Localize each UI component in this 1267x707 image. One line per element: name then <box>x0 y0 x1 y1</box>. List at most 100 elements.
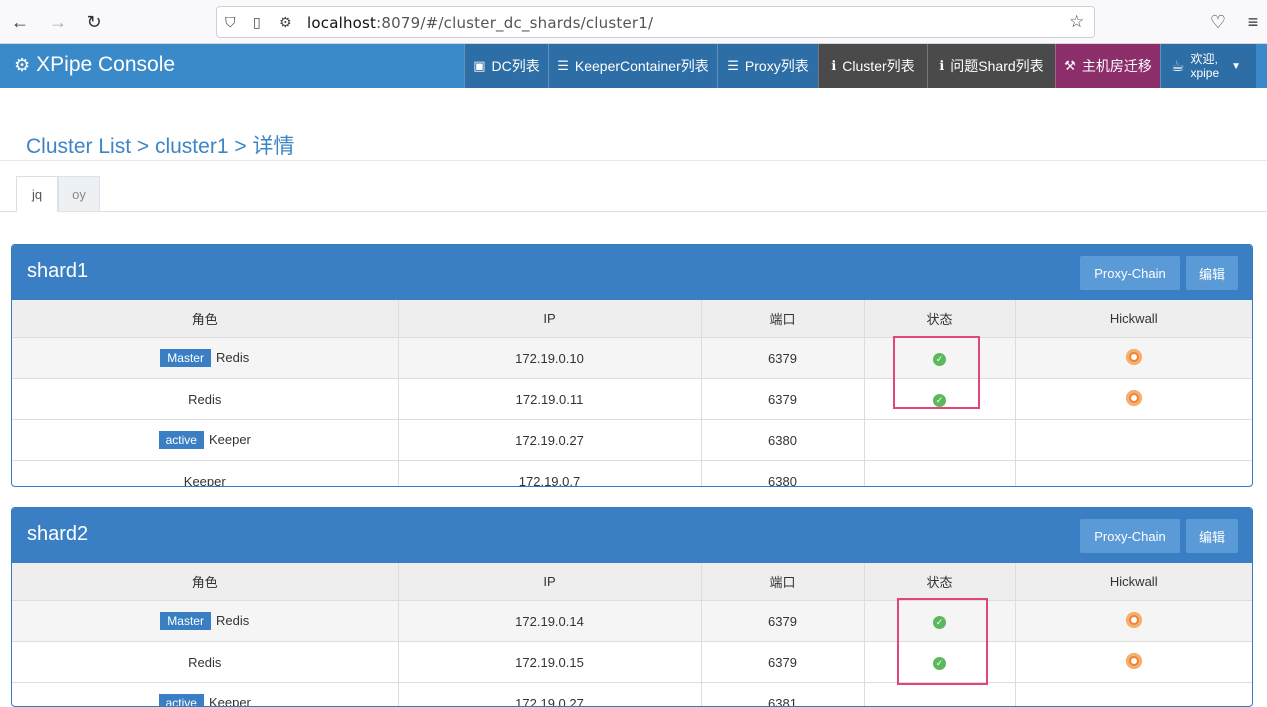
col-header-status: 状态 <box>864 563 1015 601</box>
status-cell: ✓ <box>864 338 1015 379</box>
nav-cluster-list[interactable]: ℹCluster列表 <box>818 44 927 88</box>
edit-button[interactable]: 编辑 <box>1186 519 1238 553</box>
role-cell: Redis <box>12 379 398 420</box>
edit-button[interactable]: 编辑 <box>1186 256 1238 290</box>
proxy-chain-button[interactable]: Proxy-Chain <box>1080 519 1180 553</box>
info-icon: ℹ <box>939 58 944 74</box>
table-row: Redis 172.19.0.11 6379 ✓ <box>12 379 1252 420</box>
tabs-divider <box>0 211 1267 212</box>
page-icon[interactable]: ▯ <box>253 14 261 31</box>
role-cell: MasterRedis <box>12 338 398 379</box>
table-row: activeKeeper 172.19.0.27 6381 <box>12 683 1252 707</box>
app-navbar: ⚙XPipe Console ▣DC列表 ☰KeeperContainer列表 … <box>0 44 1267 88</box>
nav-primary-dc-migration[interactable]: ⚒ 主机房迁移 <box>1055 44 1160 88</box>
role-text: Keeper <box>209 695 251 707</box>
gavel-icon: ⚒ <box>1064 58 1076 74</box>
port-cell: 6381 <box>701 683 864 707</box>
col-header-role: 角色 <box>12 300 398 338</box>
shard-panel-shard2: shard2 Proxy-Chain 编辑 角色 IP 端口 状态 Hickwa… <box>11 507 1253 707</box>
pocket-icon[interactable]: ♡ <box>1206 10 1230 34</box>
table-header-row: 角色 IP 端口 状态 Hickwall <box>12 300 1252 338</box>
shard-table: 角色 IP 端口 状态 Hickwall MasterRedis 172.19.… <box>12 563 1252 707</box>
status-cell <box>864 461 1015 488</box>
forward-icon[interactable]: → <box>46 10 70 34</box>
check-circle-icon: ✓ <box>933 616 946 629</box>
col-header-status: 状态 <box>864 300 1015 338</box>
table-row: Redis 172.19.0.15 6379 ✓ <box>12 642 1252 683</box>
user-menu[interactable]: ☕ 欢迎, xpipe ▼ <box>1160 44 1256 88</box>
grafana-icon[interactable] <box>1126 349 1142 365</box>
star-icon[interactable]: ☆ <box>1069 12 1084 32</box>
status-cell: ✓ <box>864 601 1015 642</box>
nav-label: Proxy列表 <box>745 56 809 76</box>
ip-cell: 172.19.0.14 <box>398 601 701 642</box>
table-row: activeKeeper 172.19.0.27 6380 <box>12 420 1252 461</box>
url-bar[interactable]: ⛉ ▯ ⚙ localhost:8079/#/cluster_dc_shards… <box>216 6 1095 38</box>
hickwall-cell <box>1015 461 1252 488</box>
tab-oy[interactable]: oy <box>58 176 100 212</box>
ip-cell: 172.19.0.10 <box>398 338 701 379</box>
grafana-icon[interactable] <box>1126 612 1142 628</box>
port-cell: 6380 <box>701 420 864 461</box>
grafana-icon[interactable] <box>1126 390 1142 406</box>
hickwall-cell <box>1015 338 1252 379</box>
table-row: MasterRedis 172.19.0.10 6379 ✓ <box>12 338 1252 379</box>
brand[interactable]: ⚙ XPipe Console <box>14 53 175 77</box>
panel-header: shard1 Proxy-Chain 编辑 <box>12 245 1252 300</box>
hickwall-cell <box>1015 601 1252 642</box>
nav-label: 主机房迁移 <box>1082 56 1152 76</box>
col-header-hickwall: Hickwall <box>1015 563 1252 601</box>
check-circle-icon: ✓ <box>933 394 946 407</box>
port-cell: 6380 <box>701 461 864 488</box>
url-text[interactable]: localhost:8079/#/cluster_dc_shards/clust… <box>307 14 653 32</box>
back-icon[interactable]: ← <box>8 10 32 34</box>
role-cell: MasterRedis <box>12 601 398 642</box>
nav-dc-list[interactable]: ▣ DC列表 <box>464 44 548 88</box>
info-icon: ℹ <box>831 58 836 74</box>
url-path: :8079/#/cluster_dc_shards/cluster1/ <box>376 14 653 32</box>
table-row: MasterRedis 172.19.0.14 6379 ✓ <box>12 601 1252 642</box>
nav-problem-shard-list[interactable]: ℹ 问题Shard列表 <box>927 44 1055 88</box>
hickwall-cell <box>1015 642 1252 683</box>
menu-icon[interactable]: ≡ <box>1241 10 1265 34</box>
username-label: xpipe <box>1190 66 1219 80</box>
table-row: Keeper 172.19.0.7 6380 <box>12 461 1252 488</box>
master-badge: Master <box>160 349 211 367</box>
box-icon: ▣ <box>473 58 485 74</box>
role-cell: activeKeeper <box>12 420 398 461</box>
port-cell: 6379 <box>701 642 864 683</box>
col-header-port: 端口 <box>701 300 864 338</box>
ip-cell: 172.19.0.27 <box>398 420 701 461</box>
hickwall-cell <box>1015 683 1252 707</box>
shield-icon[interactable]: ⛉ <box>225 14 236 31</box>
permissions-icon[interactable]: ⚙ <box>279 14 292 31</box>
panel-header: shard2 Proxy-Chain 编辑 <box>12 508 1252 563</box>
grafana-icon[interactable] <box>1126 653 1142 669</box>
nav-proxy-list[interactable]: ☰Proxy列表 <box>717 44 818 88</box>
port-cell: 6379 <box>701 338 864 379</box>
shard-table: 角色 IP 端口 状态 Hickwall MasterRedis 172.19.… <box>12 300 1252 487</box>
status-cell: ✓ <box>864 379 1015 420</box>
nav-label: 问题Shard列表 <box>950 56 1043 76</box>
greeting-label: 欢迎, <box>1190 52 1219 66</box>
user-greeting: 欢迎, xpipe <box>1190 52 1219 80</box>
status-cell: ✓ <box>864 642 1015 683</box>
shard-title: shard1 <box>27 260 88 283</box>
brand-title: XPipe Console <box>36 53 175 76</box>
ip-cell: 172.19.0.15 <box>398 642 701 683</box>
nav-keepercontainer-list[interactable]: ☰KeeperContainer列表 <box>548 44 717 88</box>
breadcrumb: Cluster List > cluster1 > 详情 <box>26 130 294 160</box>
col-header-hickwall: Hickwall <box>1015 300 1252 338</box>
status-cell <box>864 420 1015 461</box>
ip-cell: 172.19.0.27 <box>398 683 701 707</box>
nav-label: DC列表 <box>492 56 540 76</box>
col-header-ip: IP <box>398 300 701 338</box>
gears-icon: ⚙ <box>14 55 30 75</box>
proxy-chain-button[interactable]: Proxy-Chain <box>1080 256 1180 290</box>
shard-title: shard2 <box>27 523 88 546</box>
master-badge: Master <box>160 612 211 630</box>
reload-icon[interactable]: ↻ <box>82 10 106 34</box>
list-icon: ☰ <box>557 58 569 74</box>
status-cell <box>864 683 1015 707</box>
tab-jq[interactable]: jq <box>16 176 58 212</box>
